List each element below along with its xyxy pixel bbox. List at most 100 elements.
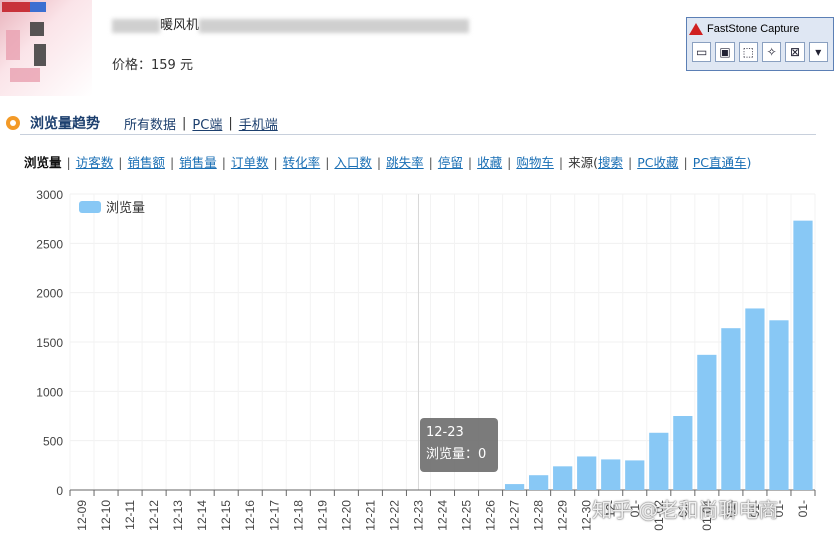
- x-tick-label: 12-23: [411, 500, 425, 531]
- separator: |: [376, 155, 382, 170]
- thumbnail-brand-badge: [30, 2, 46, 12]
- section-title: 浏览量趋势: [30, 116, 100, 132]
- tooltip-date: 12-23: [426, 425, 464, 440]
- x-tick-label: 12-19: [315, 500, 329, 531]
- bar-01-06: [745, 308, 765, 490]
- separator: |: [558, 155, 564, 170]
- metric-favorites[interactable]: 收藏: [477, 155, 502, 170]
- bar-12-30: [577, 456, 597, 490]
- tab-pc[interactable]: PC端: [192, 114, 222, 133]
- source-pc-ztc[interactable]: PC直通车: [693, 155, 747, 170]
- metric-cart[interactable]: 购物车: [516, 155, 554, 170]
- faststone-title: FastStone Capture: [707, 23, 800, 35]
- thumbnail-shape: [34, 44, 46, 66]
- x-tick-label: 12-29: [556, 500, 570, 531]
- separator: |: [467, 155, 473, 170]
- x-tick-label: 01-: [796, 500, 810, 517]
- y-tick-label: 1000: [36, 385, 63, 399]
- metric-orders[interactable]: 订单数: [231, 155, 269, 170]
- separator: |: [428, 155, 433, 170]
- thumbnail-shape: [10, 68, 40, 82]
- x-tick-label: 12-09: [75, 500, 89, 531]
- faststone-toolbar: ▭ ▣ ⬚ ✧ ⊠ ▾: [687, 40, 833, 64]
- capture-fullscreen-icon[interactable]: ⊠: [785, 42, 805, 62]
- separator: |: [683, 155, 688, 170]
- bar-01-04: [697, 354, 717, 490]
- x-tick-label: 12-18: [291, 500, 305, 531]
- product-thumbnail[interactable]: [0, 0, 92, 96]
- bar-12-31: [601, 459, 621, 490]
- bar-01-05: [721, 328, 741, 490]
- capture-window-icon[interactable]: ▭: [692, 42, 712, 62]
- x-tick-label: 12-10: [99, 500, 113, 531]
- separator: |: [221, 155, 226, 170]
- trend-section-header: 浏览量趋势 所有数据 | PC端 | 手机端: [6, 112, 284, 134]
- capture-object-icon[interactable]: ▣: [715, 42, 735, 62]
- product-title[interactable]: 暖风机: [112, 14, 470, 34]
- tab-mobile[interactable]: 手机端: [239, 114, 278, 133]
- metric-active[interactable]: 浏览量: [24, 155, 62, 170]
- pageviews-bar-chart: 0 500 1000 1500 2000 2500 3000 12-09 12-10 12-11 1…: [36, 188, 816, 531]
- product-price: 价格：159 元: [112, 58, 193, 73]
- section-divider: [20, 134, 816, 135]
- y-tick-label: 500: [43, 435, 63, 449]
- bar-12-27: [504, 484, 525, 490]
- tooltip-value: 浏览量：0: [426, 447, 487, 462]
- x-tick-label: 12-15: [219, 500, 233, 531]
- bar-01-01: [625, 460, 645, 490]
- x-tick-label: 12-17: [267, 500, 281, 531]
- separator: |: [627, 155, 633, 170]
- chart-tooltip: 12-23 浏览量：0: [420, 418, 498, 472]
- metric-dwell[interactable]: 停留: [438, 155, 463, 170]
- x-tick-label: 12-14: [195, 500, 209, 531]
- bar-12-28: [529, 475, 549, 490]
- capture-region-icon[interactable]: ⬚: [738, 42, 758, 62]
- separator: |: [228, 115, 233, 131]
- y-tick-label: 2500: [36, 237, 63, 251]
- metric-conversion[interactable]: 转化率: [283, 155, 321, 170]
- source-search[interactable]: 搜索: [598, 155, 623, 170]
- faststone-capture-panel[interactable]: FastStone Capture ▭ ▣ ⬚ ✧ ⊠ ▾: [686, 17, 834, 71]
- separator: |: [507, 155, 512, 170]
- x-tick-label: 12-20: [339, 500, 353, 531]
- x-tick-label: 12-12: [147, 500, 161, 531]
- y-tick-label: 0: [56, 484, 63, 498]
- y-tick-label: 3000: [36, 188, 63, 202]
- x-tick-label: 12-28: [532, 500, 546, 531]
- metric-sales-volume[interactable]: 销售量: [179, 155, 217, 170]
- x-tick-label: 12-13: [171, 500, 185, 531]
- product-title-text: 暖风机: [160, 18, 200, 33]
- legend-label: 浏览量: [106, 200, 145, 216]
- section-bullet-icon: [6, 116, 20, 130]
- separator: |: [325, 155, 330, 170]
- x-tick-label: 12-25: [460, 500, 474, 531]
- metric-sales-amount[interactable]: 销售额: [127, 155, 165, 170]
- thumbnail-shape: [6, 30, 20, 60]
- metric-visitors[interactable]: 访客数: [76, 155, 114, 170]
- x-tick-label: 12-21: [363, 500, 377, 531]
- tab-all-data[interactable]: 所有数据: [124, 114, 176, 133]
- legend-swatch: [79, 201, 101, 213]
- x-tick-label: 12-16: [243, 500, 257, 531]
- faststone-logo-icon: [689, 23, 703, 35]
- faststone-title-bar[interactable]: FastStone Capture: [687, 18, 833, 40]
- bar-01-02: [649, 432, 669, 490]
- capture-freehand-icon[interactable]: ✧: [761, 42, 782, 62]
- metrics-bar: 浏览量 | 访客数 | 销售额 | 销售量 | 订单数 | 转化率 | 入口数 | 跳失率 | 停留 | 收藏 | 购物…: [24, 152, 751, 171]
- bar-01-03: [673, 416, 693, 490]
- x-tick-label: 12-27: [508, 500, 522, 531]
- bar-01-07: [769, 320, 789, 490]
- separator: |: [273, 155, 278, 170]
- x-tick-label: 12-22: [387, 500, 401, 531]
- source-pc-favorites[interactable]: PC收藏: [637, 155, 678, 170]
- output-menu-icon[interactable]: ▾: [808, 42, 828, 62]
- redacted-text: [112, 18, 160, 33]
- source-label: 来源(: [568, 155, 598, 170]
- redacted-text: [199, 18, 470, 33]
- bar-12-29: [553, 466, 573, 490]
- metric-bounce-rate[interactable]: 跳失率: [386, 155, 424, 170]
- separator: |: [169, 155, 175, 170]
- separator: |: [182, 115, 187, 131]
- metric-entries[interactable]: 入口数: [334, 155, 372, 170]
- x-tick-label: 12-11: [123, 500, 137, 530]
